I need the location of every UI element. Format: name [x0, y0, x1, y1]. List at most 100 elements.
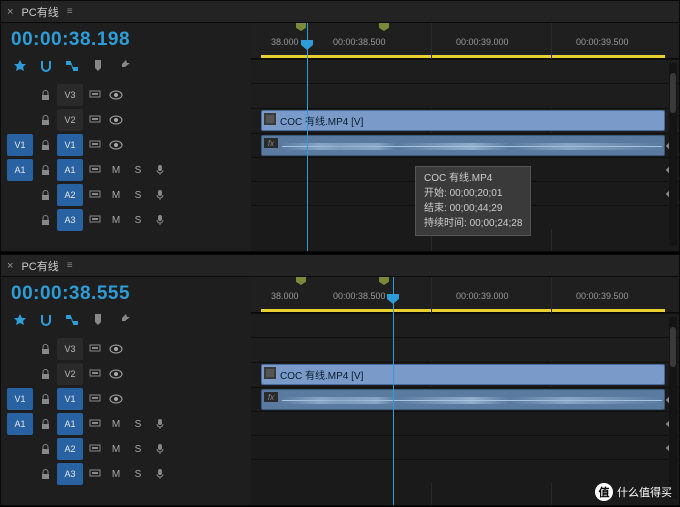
close-icon[interactable]: ×: [7, 260, 13, 272]
target-v1[interactable]: V1: [57, 134, 83, 156]
linked-selection-icon[interactable]: [63, 57, 81, 75]
playhead[interactable]: [393, 277, 394, 505]
mute-button[interactable]: M: [107, 211, 125, 229]
toggle-output-icon[interactable]: [107, 340, 125, 358]
source-a1[interactable]: A1: [7, 159, 33, 181]
solo-button[interactable]: S: [129, 161, 147, 179]
audio-clip[interactable]: fx: [261, 389, 665, 410]
work-area-bar[interactable]: [261, 309, 665, 312]
voiceover-icon[interactable]: [151, 465, 169, 483]
target-v1[interactable]: V1: [57, 388, 83, 410]
sync-lock-icon[interactable]: [87, 87, 103, 103]
voiceover-icon[interactable]: [151, 211, 169, 229]
audio-clip[interactable]: fx: [261, 135, 665, 156]
settings-icon[interactable]: [115, 311, 133, 329]
target-a3[interactable]: A3: [57, 463, 83, 485]
lock-icon[interactable]: [37, 416, 53, 432]
mute-button[interactable]: M: [107, 465, 125, 483]
lock-icon[interactable]: [37, 366, 53, 382]
marker-icon[interactable]: [89, 311, 107, 329]
sync-lock-icon[interactable]: [87, 366, 103, 382]
marker-icon[interactable]: [296, 23, 306, 33]
sync-lock-icon[interactable]: [87, 162, 103, 178]
voiceover-icon[interactable]: [151, 440, 169, 458]
lock-icon[interactable]: [37, 441, 53, 457]
video-clip[interactable]: COC 有线.MP4 [V]: [261, 110, 665, 131]
sync-lock-icon[interactable]: [87, 212, 103, 228]
sync-lock-icon[interactable]: [87, 137, 103, 153]
target-a2[interactable]: A2: [57, 438, 83, 460]
time-ruler[interactable]: 38.000 00:00:38.500 00:00:39.000 00:00:3…: [251, 23, 679, 59]
sync-lock-icon[interactable]: [87, 341, 103, 357]
solo-button[interactable]: S: [129, 186, 147, 204]
toggle-output-icon[interactable]: [107, 390, 125, 408]
timeline-area[interactable]: 38.000 00:00:38.500 00:00:39.000 00:00:3…: [251, 23, 679, 251]
source-v1[interactable]: V1: [7, 134, 33, 156]
lock-icon[interactable]: [37, 137, 53, 153]
sync-lock-icon[interactable]: [87, 441, 103, 457]
timecode-display[interactable]: 00:00:38.198: [7, 27, 245, 55]
sync-lock-icon[interactable]: [87, 187, 103, 203]
time-ruler[interactable]: 38.000 00:00:38.500 00:00:39.000 00:00:3…: [251, 277, 679, 313]
toggle-output-icon[interactable]: [107, 86, 125, 104]
timeline-area[interactable]: 38.000 00:00:38.500 00:00:39.000 00:00:3…: [251, 277, 679, 505]
playhead[interactable]: [307, 23, 308, 251]
target-v3[interactable]: V3: [57, 84, 83, 106]
solo-button[interactable]: S: [129, 440, 147, 458]
scrollbar-thumb[interactable]: [670, 327, 676, 367]
nest-icon[interactable]: [11, 57, 29, 75]
lock-icon[interactable]: [37, 112, 53, 128]
marker-icon[interactable]: [379, 23, 389, 33]
lock-icon[interactable]: [37, 87, 53, 103]
marker-icon[interactable]: [379, 277, 389, 287]
target-v2[interactable]: V2: [57, 363, 83, 385]
sync-lock-icon[interactable]: [87, 466, 103, 482]
toggle-output-icon[interactable]: [107, 136, 125, 154]
voiceover-icon[interactable]: [151, 186, 169, 204]
settings-icon[interactable]: [115, 57, 133, 75]
mute-button[interactable]: M: [107, 440, 125, 458]
voiceover-icon[interactable]: [151, 415, 169, 433]
target-a2[interactable]: A2: [57, 184, 83, 206]
lock-icon[interactable]: [37, 391, 53, 407]
solo-button[interactable]: S: [129, 211, 147, 229]
mute-button[interactable]: M: [107, 161, 125, 179]
sync-lock-icon[interactable]: [87, 416, 103, 432]
toggle-output-icon[interactable]: [107, 111, 125, 129]
voiceover-icon[interactable]: [151, 161, 169, 179]
snap-icon[interactable]: [37, 311, 55, 329]
snap-icon[interactable]: [37, 57, 55, 75]
toggle-output-icon[interactable]: [107, 365, 125, 383]
sync-lock-icon[interactable]: [87, 391, 103, 407]
scrollbar-thumb[interactable]: [670, 73, 676, 113]
marker-icon[interactable]: [296, 277, 306, 287]
solo-button[interactable]: S: [129, 415, 147, 433]
nest-icon[interactable]: [11, 311, 29, 329]
scrollbar[interactable]: [669, 317, 677, 499]
target-v2[interactable]: V2: [57, 109, 83, 131]
mute-button[interactable]: M: [107, 415, 125, 433]
source-a1[interactable]: A1: [7, 413, 33, 435]
linked-selection-icon[interactable]: [63, 311, 81, 329]
panel-menu-icon[interactable]: ≡: [67, 6, 73, 17]
target-a1[interactable]: A1: [57, 413, 83, 435]
source-v1[interactable]: V1: [7, 388, 33, 410]
sync-lock-icon[interactable]: [87, 112, 103, 128]
timecode-display[interactable]: 00:00:38.555: [7, 281, 245, 309]
lock-icon[interactable]: [37, 466, 53, 482]
video-clip[interactable]: COC 有线.MP4 [V]: [261, 364, 665, 385]
panel-menu-icon[interactable]: ≡: [67, 260, 73, 271]
solo-button[interactable]: S: [129, 465, 147, 483]
marker-icon[interactable]: [89, 57, 107, 75]
lock-icon[interactable]: [37, 187, 53, 203]
scrollbar[interactable]: [669, 63, 677, 245]
mute-button[interactable]: M: [107, 186, 125, 204]
close-icon[interactable]: ×: [7, 6, 13, 18]
lock-icon[interactable]: [37, 212, 53, 228]
lock-icon[interactable]: [37, 341, 53, 357]
tab-title[interactable]: PC有线: [21, 258, 58, 274]
tab-title[interactable]: PC有线: [21, 4, 58, 20]
target-v3[interactable]: V3: [57, 338, 83, 360]
target-a3[interactable]: A3: [57, 209, 83, 231]
target-a1[interactable]: A1: [57, 159, 83, 181]
